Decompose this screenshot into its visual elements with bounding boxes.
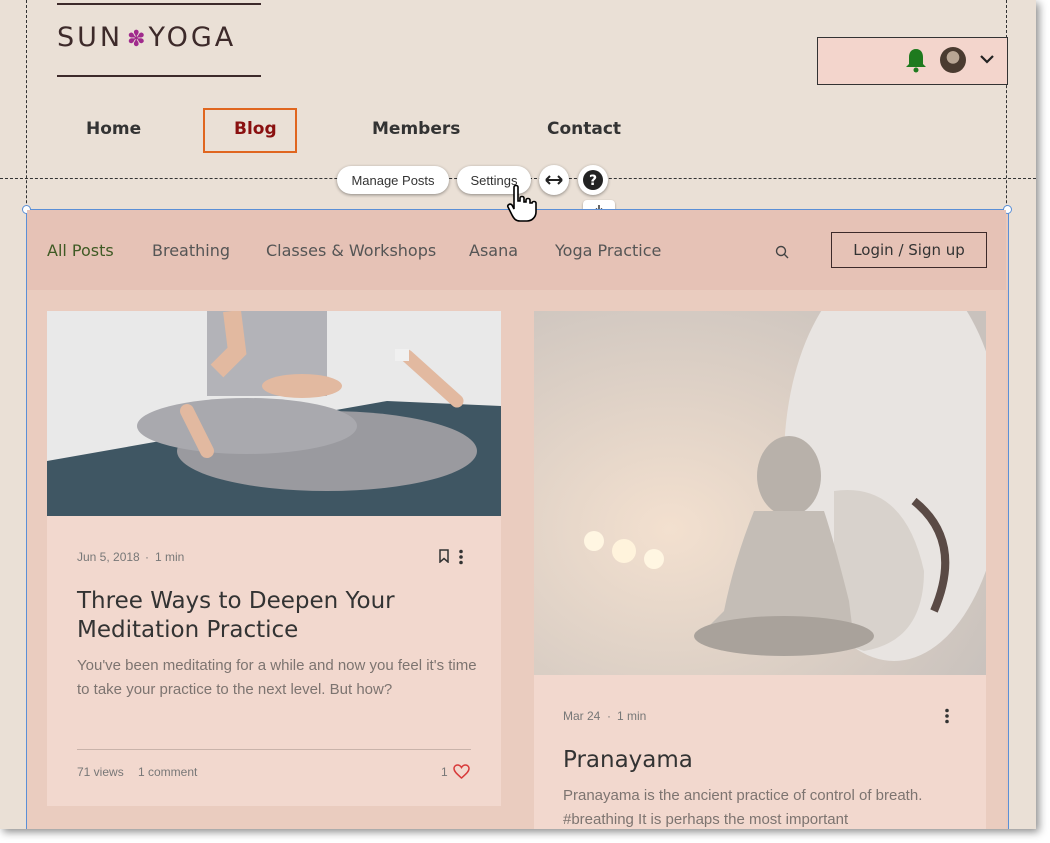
chevron-down-icon[interactable] <box>979 54 995 66</box>
user-avatar[interactable] <box>940 47 966 73</box>
editor-canvas: SUN ✽ YOGA Home Blog Members Contact Manag… <box>0 0 1036 829</box>
post-excerpt: Pranayama is the ancient practice of con… <box>563 787 923 828</box>
heart-icon[interactable] <box>453 764 470 779</box>
manage-posts-label: Manage Posts <box>351 172 435 188</box>
category-breathing[interactable]: Breathing <box>152 241 230 260</box>
logo-text-yoga: YOGA <box>148 22 237 53</box>
nav-contact[interactable]: Contact <box>547 119 621 139</box>
more-options-icon[interactable] <box>458 549 464 565</box>
post-image-buddha[interactable] <box>534 311 986 675</box>
search-icon[interactable] <box>775 245 789 259</box>
double-arrow-icon <box>545 175 563 185</box>
meta-separator: · <box>607 709 611 723</box>
post-title[interactable]: Three Ways to Deepen Your Meditation Pra… <box>77 587 477 645</box>
flower-icon: ✽ <box>127 27 146 52</box>
help-icon: ? <box>583 170 603 190</box>
post-title[interactable]: Pranayama <box>563 746 963 775</box>
post-views: 71 views <box>77 765 124 779</box>
logo-top-line <box>57 3 261 5</box>
logo-text-sun: SUN <box>57 22 124 53</box>
svg-text:?: ? <box>589 173 597 189</box>
help-button[interactable]: ? <box>578 165 608 195</box>
meta-separator: · <box>145 550 149 564</box>
card-divider <box>77 749 471 750</box>
post-card[interactable]: Mar 24 · 1 min Pranayama Pranayama is th… <box>534 311 986 829</box>
stretch-button[interactable] <box>539 165 569 195</box>
post-read-time: 1 min <box>155 550 185 564</box>
site-logo[interactable]: SUN ✽ YOGA <box>57 22 267 53</box>
logo-bottom-line <box>57 75 261 77</box>
login-signup-button[interactable]: Login / Sign up <box>831 232 987 268</box>
post-date: Mar 24 <box>563 709 601 723</box>
bell-icon[interactable] <box>905 47 927 73</box>
login-signup-label: Login / Sign up <box>853 241 965 259</box>
category-all-posts[interactable]: All Posts <box>47 241 114 260</box>
post-date: Jun 5, 2018 <box>77 550 140 564</box>
like-count: 1 <box>441 765 448 779</box>
post-image-meditation[interactable] <box>47 311 501 516</box>
category-yoga-practice[interactable]: Yoga Practice <box>555 241 661 260</box>
nav-members[interactable]: Members <box>372 119 460 139</box>
nav-blog[interactable]: Blog <box>234 119 277 139</box>
post-excerpt: You've been meditating for a while and n… <box>77 657 477 698</box>
nav-home[interactable]: Home <box>86 119 141 139</box>
manage-posts-button[interactable]: Manage Posts <box>337 166 449 194</box>
category-classes-workshops[interactable]: Classes & Workshops <box>266 241 436 260</box>
post-card[interactable]: Jun 5, 2018 · 1 min Three Ways to Deepen… <box>47 311 501 806</box>
category-asana[interactable]: Asana <box>469 241 518 260</box>
post-comments[interactable]: 1 comment <box>138 765 197 779</box>
more-options-icon[interactable] <box>944 708 950 724</box>
bookmark-icon[interactable] <box>439 549 449 563</box>
post-read-time: 1 min <box>617 709 647 723</box>
hand-cursor-icon <box>507 184 537 222</box>
